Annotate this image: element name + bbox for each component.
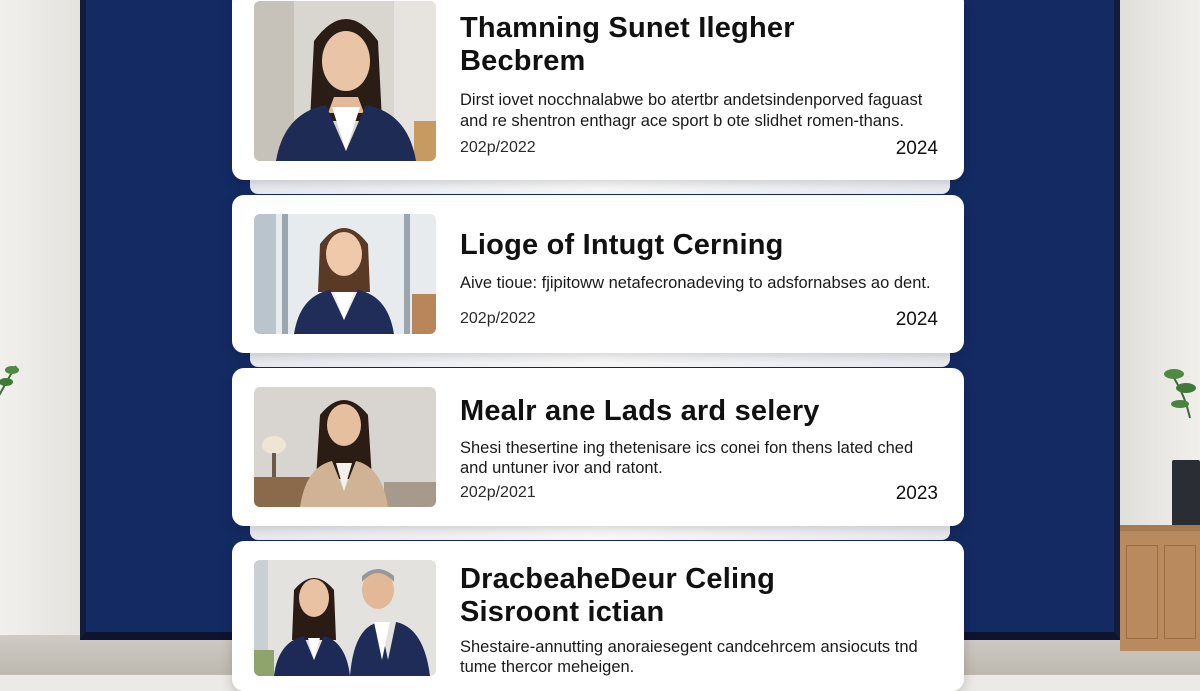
timeline-card[interactable]: DracbeaheDeur Celing Sisroont ictian She… (232, 541, 964, 691)
sideboard-cabinet (1120, 525, 1200, 651)
timeline-card[interactable]: Mealr ane Lads ard selery Shesi theserti… (232, 368, 964, 526)
card-divider (250, 353, 950, 367)
card-title: Thamning Sunet Ilegher (460, 12, 795, 44)
profile-photo (254, 387, 436, 507)
card-description: and untuner ivor and ratont. (460, 459, 663, 477)
card-divider (250, 180, 950, 194)
card-description: Shestaire-annutting anoraiesegent candce… (460, 638, 918, 656)
plant-right-icon (1164, 369, 1196, 419)
profile-photo (254, 214, 436, 334)
card-description: Aive tioue: fjipitoww netafecronadeving … (460, 274, 931, 292)
card-description: Shesi thesertine ing thetenisare ics con… (460, 439, 914, 457)
card-description: Dirst iovet nocchnalabwe bo atertbr ande… (460, 91, 923, 109)
profile-photo (254, 560, 436, 676)
date-range: 202p/2022 (460, 139, 536, 156)
year-label: 2024 (895, 138, 938, 159)
profile-photo (254, 1, 436, 161)
year-label: 2023 (895, 483, 938, 504)
year-label: 2024 (895, 309, 938, 330)
plant-left-icon (0, 365, 19, 396)
card-title: Becbrem (460, 45, 586, 77)
date-range: 202p/2021 (460, 484, 536, 501)
card-title: Mealr ane Lads ard selery (460, 395, 820, 427)
card-divider (250, 526, 950, 540)
timeline-card[interactable]: Lioge of Intugt Cerning Aive tioue: fjip… (232, 195, 964, 353)
timeline-card[interactable]: Thamning Sunet Ilegher Becbrem Dirst iov… (232, 0, 964, 180)
date-range: 202p/2022 (460, 310, 536, 327)
card-title: Lioge of Intugt Cerning (460, 229, 784, 261)
card-title: DracbeaheDeur Celing (460, 563, 776, 595)
speaker (1172, 460, 1200, 530)
left-wall (0, 0, 85, 675)
card-title: Sisroont ictian (460, 596, 665, 628)
card-description: and re shentron enthagr ace sport b ote … (460, 112, 904, 130)
